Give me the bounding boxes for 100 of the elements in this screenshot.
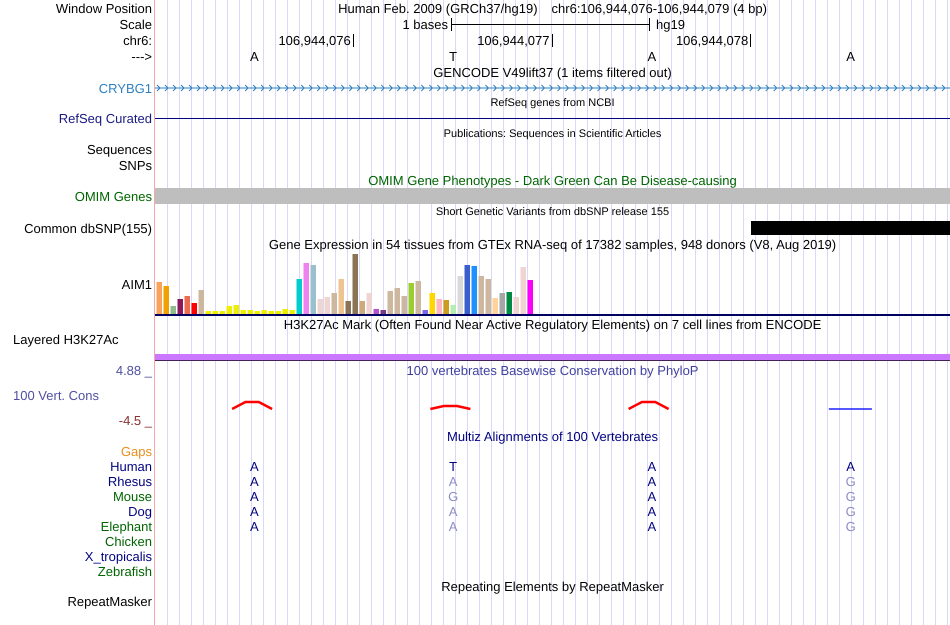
track-label[interactable]: RefSeq Curated — [58, 112, 152, 124]
base-letter: T — [449, 50, 458, 62]
expression-bar[interactable] — [226, 306, 232, 314]
species-label[interactable]: Dog — [128, 505, 152, 518]
track-label[interactable]: Common dbSNP(155) — [24, 222, 152, 234]
track-title: Gene Expression in 54 tissues from GTEx RNA-seq of 17382 samples, 948 donors (V8, Aug 2019) — [268, 238, 836, 250]
species-label[interactable]: Mouse — [112, 490, 152, 503]
expression-bar[interactable] — [346, 301, 351, 314]
aligned-base: A — [250, 520, 259, 533]
species-label[interactable]: Chicken — [105, 535, 152, 548]
expression-bar[interactable] — [324, 297, 330, 314]
base-letter: A — [250, 50, 259, 62]
aligned-base: G — [846, 490, 856, 503]
aligned-base: A — [250, 460, 259, 473]
expression-bar[interactable] — [318, 299, 323, 314]
expression-bar[interactable] — [240, 310, 246, 314]
expression-bar[interactable] — [360, 301, 365, 314]
expression-bar[interactable] — [338, 279, 344, 314]
expression-bar[interactable] — [276, 311, 281, 314]
aligned-base: A — [648, 520, 656, 533]
expression-bar[interactable] — [528, 280, 533, 314]
expression-bar[interactable] — [500, 293, 505, 314]
expression-bar[interactable] — [184, 296, 190, 314]
track-label[interactable]: Layered H3K27Ac — [13, 333, 119, 346]
expression-bar[interactable] — [478, 276, 484, 314]
expression-bar[interactable] — [436, 299, 442, 314]
track-label[interactable]: 100 Vert. Cons — [13, 388, 99, 402]
aligned-base: G — [846, 520, 856, 533]
expression-bar[interactable] — [380, 310, 386, 314]
expression-bar[interactable] — [234, 305, 239, 314]
aligned-base: A — [648, 505, 656, 518]
aligned-base: T — [449, 460, 458, 473]
aligned-base: A — [448, 505, 458, 518]
expression-bar[interactable] — [472, 266, 477, 314]
variant-bar[interactable] — [751, 221, 950, 235]
species-label[interactable]: Elephant — [100, 520, 152, 533]
track-title: Publications: Sequences in Scientific Articles — [444, 128, 662, 140]
expression-bar[interactable] — [296, 279, 302, 314]
species-label[interactable]: Human — [110, 460, 152, 473]
expression-bar[interactable] — [164, 286, 169, 314]
species-label[interactable]: X_tropicalis — [84, 550, 152, 563]
track-label[interactable]: CRYBG1 — [98, 82, 152, 94]
track-label[interactable]: SNPs — [118, 158, 152, 172]
aligned-base: A — [448, 520, 458, 533]
aligned-base: A — [648, 490, 656, 503]
strand-label: ---> — [131, 50, 152, 62]
aligned-base: A — [250, 505, 259, 518]
expression-bar[interactable] — [388, 291, 393, 314]
expression-bar[interactable] — [374, 309, 379, 314]
expression-bar[interactable] — [192, 303, 197, 314]
expression-bar[interactable] — [464, 265, 470, 314]
expression-bar[interactable] — [212, 311, 218, 314]
row-label: chr6: — [123, 34, 152, 46]
expression-bar[interactable] — [178, 299, 183, 314]
expression-bar[interactable] — [430, 293, 435, 314]
expression-bar[interactable] — [450, 305, 456, 314]
species-label[interactable]: Zebrafish — [98, 565, 152, 578]
expression-bar[interactable] — [206, 311, 211, 314]
position-tick-label: 106,944,078 — [676, 34, 750, 46]
aligned-base: G — [846, 505, 856, 518]
track-label[interactable]: RepeatMasker — [67, 595, 152, 608]
track-title: Short Genetic Variants from dbSNP release 155 — [436, 206, 670, 218]
species-label[interactable]: Rhesus — [108, 475, 152, 488]
track-label[interactable]: OMIM Genes — [74, 190, 152, 202]
aligned-base: A — [250, 475, 259, 488]
omim-gene-bar[interactable] — [155, 188, 950, 204]
expression-bar[interactable] — [304, 263, 309, 314]
expression-bar[interactable] — [156, 282, 162, 314]
track-title: Multiz Alignments of 100 Vertebrates — [446, 430, 658, 442]
expression-bar[interactable] — [220, 311, 225, 314]
expression-bar[interactable] — [332, 293, 337, 314]
expression-bar[interactable] — [262, 310, 267, 314]
expression-bar[interactable] — [458, 276, 463, 314]
expression-bar[interactable] — [416, 281, 421, 314]
expression-bar[interactable] — [352, 254, 358, 314]
track-label[interactable]: AIM1 — [122, 278, 152, 290]
expression-bar[interactable] — [520, 267, 526, 314]
expression-bar[interactable] — [422, 310, 428, 314]
expression-bar[interactable] — [486, 279, 491, 314]
expression-bar[interactable] — [198, 290, 204, 314]
signal-bar[interactable] — [155, 354, 950, 361]
expression-bar[interactable] — [254, 311, 260, 314]
expression-bar[interactable] — [394, 288, 400, 314]
expression-bar[interactable] — [408, 283, 414, 314]
base-letter: A — [846, 50, 855, 62]
expression-bar[interactable] — [492, 298, 498, 314]
expression-bar[interactable] — [268, 311, 274, 314]
expression-bar[interactable] — [514, 297, 519, 314]
expression-bar[interactable] — [444, 300, 449, 314]
axis-min-label: -4.5 _ — [118, 414, 152, 426]
expression-bar[interactable] — [366, 293, 372, 314]
expression-bar[interactable] — [282, 309, 288, 314]
expression-bar[interactable] — [248, 310, 253, 314]
expression-bar[interactable] — [310, 265, 316, 314]
expression-bar[interactable] — [402, 296, 407, 314]
expression-bar[interactable] — [290, 310, 295, 314]
track-label[interactable]: Sequences — [86, 143, 152, 156]
position-tick-label: 106,944,077 — [477, 34, 550, 46]
expression-bar[interactable] — [506, 292, 512, 314]
expression-bar[interactable] — [170, 306, 176, 314]
